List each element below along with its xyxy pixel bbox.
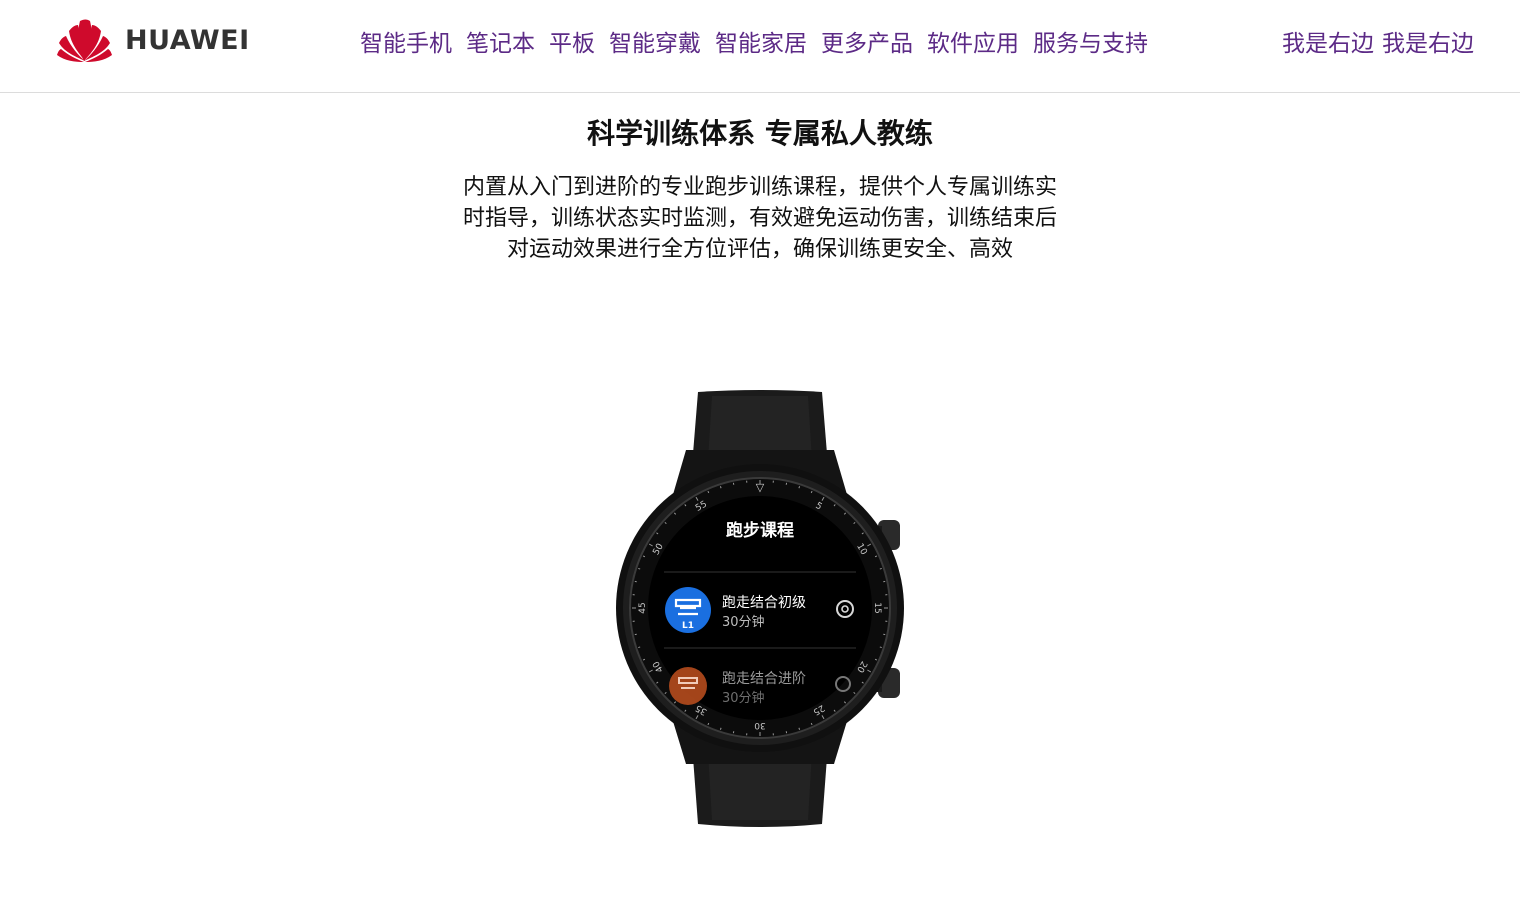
watch-screen-title: 跑步课程 [726, 520, 794, 541]
nav-item-tablet[interactable]: 平板 [549, 28, 595, 60]
course-name: 跑走结合初级 [722, 594, 806, 611]
bezel-label: 15 [872, 602, 882, 613]
bezel-label: 45 [638, 602, 648, 613]
nav-item-support[interactable]: 服务与支持 [1033, 28, 1148, 60]
right-link-1[interactable]: 我是右边 [1282, 28, 1374, 60]
course-level-badge: L1 [682, 621, 694, 631]
header-right-links: 我是右边 我是右边 [1282, 28, 1474, 60]
watch-product-image: 55 5 10 15 20 25 30 35 40 45 50 ▽ 跑步课程 L1 跑走结合初级 3… [600, 388, 920, 828]
huawei-logo[interactable]: HUAWEI [57, 17, 250, 63]
nav-item-more-products[interactable]: 更多产品 [821, 28, 913, 60]
nav-item-software[interactable]: 软件应用 [927, 28, 1019, 60]
nav-item-smart-home[interactable]: 智能家居 [715, 28, 807, 60]
nav-item-laptop[interactable]: 笔记本 [466, 28, 535, 60]
course-duration: 30分钟 [722, 614, 765, 630]
brand-name: HUAWEI [125, 24, 250, 56]
nav-item-smartphone[interactable]: 智能手机 [360, 28, 452, 60]
svg-text:▽: ▽ [756, 481, 765, 494]
huawei-petal-icon [57, 19, 112, 62]
running-course-icon [669, 667, 707, 705]
course-name: 跑走结合进阶 [722, 671, 806, 687]
course-duration: 30分钟 [722, 690, 765, 706]
bezel-label: 30 [754, 720, 766, 730]
right-link-2[interactable]: 我是右边 [1382, 28, 1474, 60]
section-description: 内置从入门到进阶的专业跑步训练课程，提供个人专属训练实时指导，训练状态实时监测，… [462, 175, 1057, 262]
site-header: HUAWEI 智能手机 笔记本 平板 智能穿戴 智能家居 更多产品 软件应用 服… [0, 0, 1520, 93]
main-nav: 智能手机 笔记本 平板 智能穿戴 智能家居 更多产品 软件应用 服务与支持 [360, 28, 1148, 60]
nav-item-wearable[interactable]: 智能穿戴 [609, 28, 701, 60]
section-title: 科学训练体系 专属私人教练 [587, 116, 933, 150]
